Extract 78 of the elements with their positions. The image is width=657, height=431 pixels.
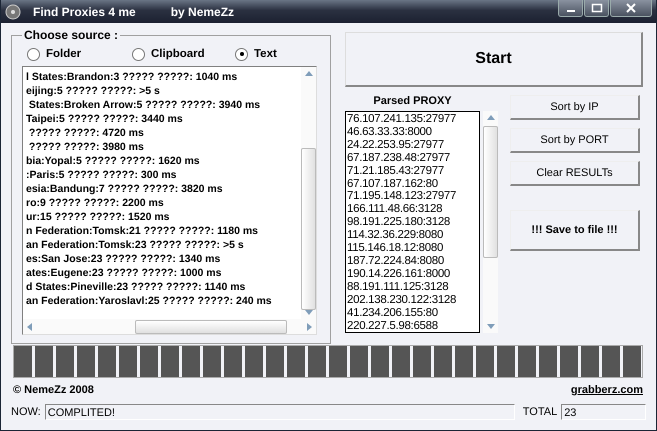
close-icon[interactable]: [625, 3, 637, 13]
radio-label: Clipboard: [151, 48, 205, 60]
proxy-item[interactable]: 71.21.185.43:27977: [347, 164, 479, 178]
proxy-item[interactable]: 88.191.111.125:3128: [347, 280, 479, 294]
proxy-item[interactable]: 187.72.224.84:8080: [347, 254, 479, 268]
proxy-item[interactable]: 190.14.226.161:8000: [347, 268, 479, 281]
copyright-text: © NemeZz 2008: [13, 384, 94, 396]
up-arrow-icon[interactable]: [486, 115, 494, 120]
proxy-item[interactable]: 115.146.18.12:8080: [347, 242, 479, 255]
text-line: ????? ?????: 4720 ms: [28, 126, 145, 140]
radio-label: Text: [254, 48, 277, 60]
text-line: ????? ?????: 3980 ms: [28, 140, 145, 154]
text-line: an Federation:Yaroslavl:25 ????? ?????: 240 ms: [26, 294, 273, 308]
proxy-item[interactable]: 67.187.238.48:27977: [347, 152, 479, 165]
right-arrow-icon[interactable]: [307, 322, 312, 330]
status-label: NOW:: [11, 406, 41, 418]
total-label: TOTAL: [522, 406, 558, 418]
start-button[interactable]: Start: [345, 32, 643, 87]
scroll-thumb[interactable]: [483, 126, 498, 258]
proxy-item[interactable]: 114.32.36.229:8080: [347, 229, 479, 242]
left-arrow-icon[interactable]: [27, 322, 32, 330]
minimize-button[interactable]: [558, 0, 583, 17]
proxy-item[interactable]: 67.107.187.162:80: [347, 178, 479, 190]
text-line: d States:Pineville:23 ????? ?????: 1140 ms: [26, 280, 246, 294]
group-legend: Choose source :: [22, 28, 120, 42]
text-line: es:San Jose:23 ????? ?????: 1340 ms: [26, 252, 222, 266]
action-button[interactable]: Sort by PORT: [510, 128, 640, 153]
vertical-scrollbar[interactable]: [483, 111, 498, 333]
radio-label: Folder: [46, 48, 82, 60]
text-line: an Federation:Tomsk:23 ????? ?????: >5 s: [26, 238, 245, 252]
down-arrow-icon[interactable]: [486, 324, 494, 329]
source-radio[interactable]: Clipboard: [132, 48, 235, 60]
total-field: 23: [561, 404, 646, 420]
source-radio[interactable]: Folder: [27, 48, 132, 60]
text-line: ur:15 ????? ?????: 1520 ms: [26, 210, 171, 224]
proxy-item[interactable]: 71.195.148.123:27977: [347, 190, 479, 204]
proxy-item[interactable]: 220.227.5.98:6588: [347, 320, 479, 332]
horizontal-scrollbar[interactable]: [23, 319, 316, 334]
radio-circle[interactable]: [235, 48, 248, 60]
close-button[interactable]: [610, 0, 652, 17]
proxy-item[interactable]: 76.107.241.135:27977: [347, 113, 479, 126]
window-title: Find Proxies 4 me: [33, 4, 136, 18]
action-button[interactable]: Clear RESULTs: [510, 161, 640, 186]
proxy-item[interactable]: 41.234.206.155:80: [347, 306, 479, 320]
text-line: States:Broken Arrow:5 ????? ?????: 3940 ms: [28, 98, 262, 112]
scroll-thumb[interactable]: [135, 320, 287, 334]
text-line: esia:Bandung:7 ????? ?????: 3820 ms: [26, 182, 224, 196]
text-line: bia:Yopal:5 ????? ?????: 1620 ms: [26, 154, 201, 168]
text-line: ates:Eugene:23 ????? ?????: 1000 ms: [26, 266, 222, 280]
window-subtitle: by NemeZz: [170, 4, 234, 18]
text-line: l States:Brandon:3 ????? ?????: 1040 ms: [26, 70, 238, 84]
scroll-thumb[interactable]: [301, 148, 316, 310]
radio-circle[interactable]: [132, 48, 145, 60]
proxy-item[interactable]: 98.191.225.180:3128: [347, 216, 479, 230]
proxy-item[interactable]: 46.63.33.33:8000: [347, 126, 479, 139]
status-field: COMPLITED!: [44, 404, 515, 420]
source-radio[interactable]: Text: [235, 48, 277, 60]
radio-circle[interactable]: [27, 48, 40, 60]
up-arrow-icon[interactable]: [304, 71, 312, 76]
proxy-item[interactable]: 202.138.230.122:3128: [347, 294, 479, 307]
website-link[interactable]: grabberz.com: [570, 384, 643, 396]
proxy-list[interactable]: [345, 111, 480, 333]
proxy-item[interactable]: 24.22.253.95:27977: [347, 138, 479, 152]
maximize-button[interactable]: [584, 0, 609, 17]
text-line: n Federation:Tomsk:21 ????? ?????: 1180 ms: [26, 224, 259, 238]
down-arrow-icon[interactable]: [304, 310, 312, 315]
action-button[interactable]: Sort by IP: [510, 95, 640, 120]
maximize-icon[interactable]: [590, 3, 602, 13]
app-icon: [5, 4, 21, 20]
vertical-scrollbar[interactable]: [301, 67, 316, 319]
proxy-item[interactable]: 166.111.48.66:3128: [347, 203, 479, 216]
text-line: eijing:5 ????? ?????: >5 s: [26, 84, 161, 98]
text-line: :Paris:5 ????? ?????: 300 ms: [26, 168, 178, 182]
save-button[interactable]: !!! Save to file !!!: [510, 210, 640, 251]
text-line: Taipei:5 ????? ?????: 3440 ms: [26, 112, 184, 126]
text-line: ro:9 ????? ?????: 2200 ms: [26, 196, 165, 210]
text-area[interactable]: [22, 66, 317, 335]
list-title: Parsed PROXY: [372, 95, 453, 109]
